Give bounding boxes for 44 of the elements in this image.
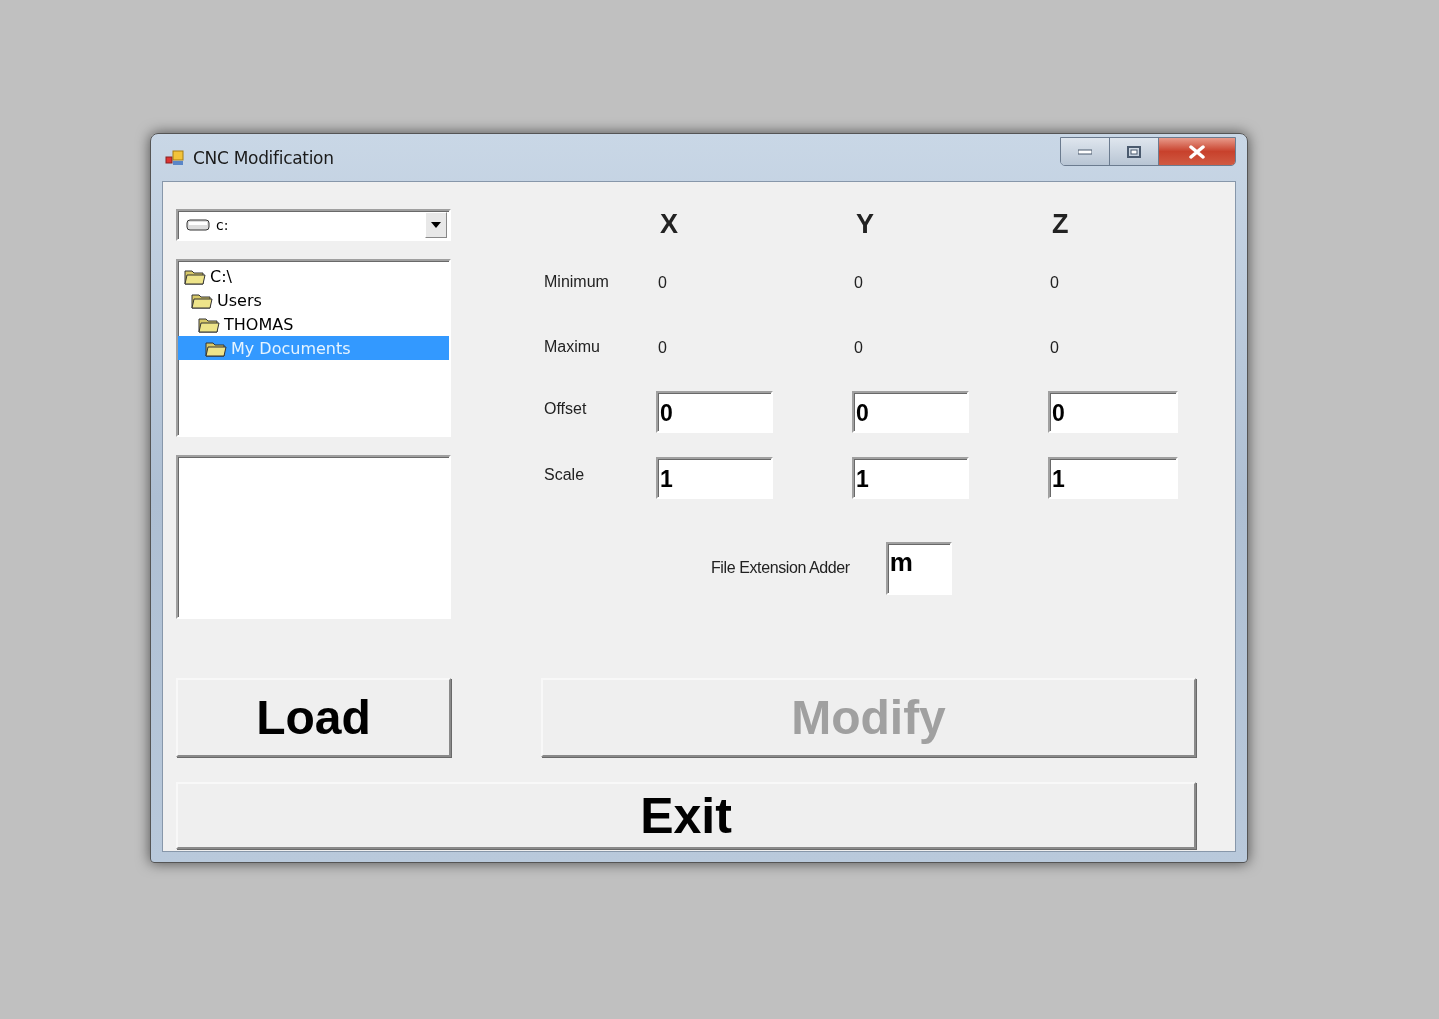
minimize-button[interactable] [1061, 138, 1110, 165]
input-field[interactable]: 1 [852, 457, 969, 499]
folder-tree[interactable]: C:\ Users THOMAS My Documents [176, 259, 451, 437]
input-field[interactable]: 0 [656, 391, 773, 433]
value-text: 0 [1049, 339, 1059, 357]
caret-icon [431, 222, 441, 228]
row-label: Scale [543, 466, 585, 484]
app-icon [165, 148, 185, 167]
folder-icon [191, 291, 213, 309]
row-label: Minimum [543, 273, 609, 291]
window-title: CNC Modification [193, 147, 334, 168]
folder-icon [184, 267, 206, 285]
input-field[interactable]: 1 [1048, 457, 1178, 499]
load-button[interactable]: Load [176, 678, 451, 757]
file-list[interactable] [176, 455, 451, 619]
folder-icon [205, 339, 227, 357]
drive-dropdown[interactable]: c: [176, 209, 451, 241]
field-label: File Extension Adder [711, 559, 850, 577]
row-label: Maximu [543, 338, 600, 356]
value-text: 0 [657, 274, 667, 292]
tree-item[interactable]: Users [178, 288, 449, 312]
exit-button[interactable]: Exit [176, 782, 1196, 849]
column-header: X [659, 209, 678, 240]
close-button[interactable] [1159, 138, 1235, 165]
value-text: 0 [853, 274, 863, 292]
dropdown-button[interactable] [425, 212, 447, 238]
folder-icon [198, 315, 220, 333]
tree-item[interactable]: THOMAS [178, 312, 449, 336]
value-text: 0 [657, 339, 667, 357]
row-label: Offset [543, 400, 587, 418]
tree-item[interactable]: C:\ [178, 264, 449, 288]
input-field[interactable]: 1 [656, 457, 773, 499]
close-icon [1188, 144, 1206, 159]
maximize-button[interactable] [1110, 138, 1159, 165]
maximize-icon [1127, 145, 1141, 158]
column-header: Y [855, 209, 874, 240]
drive-icon [186, 219, 210, 231]
value-text: 0 [853, 339, 863, 357]
input-field[interactable]: 0 [852, 391, 969, 433]
column-header: Z [1051, 209, 1069, 240]
input-field[interactable]: 0 [1048, 391, 1178, 433]
input-field[interactable]: m [885, 541, 952, 595]
value-text: 0 [1049, 274, 1059, 292]
minimize-icon [1078, 148, 1092, 155]
